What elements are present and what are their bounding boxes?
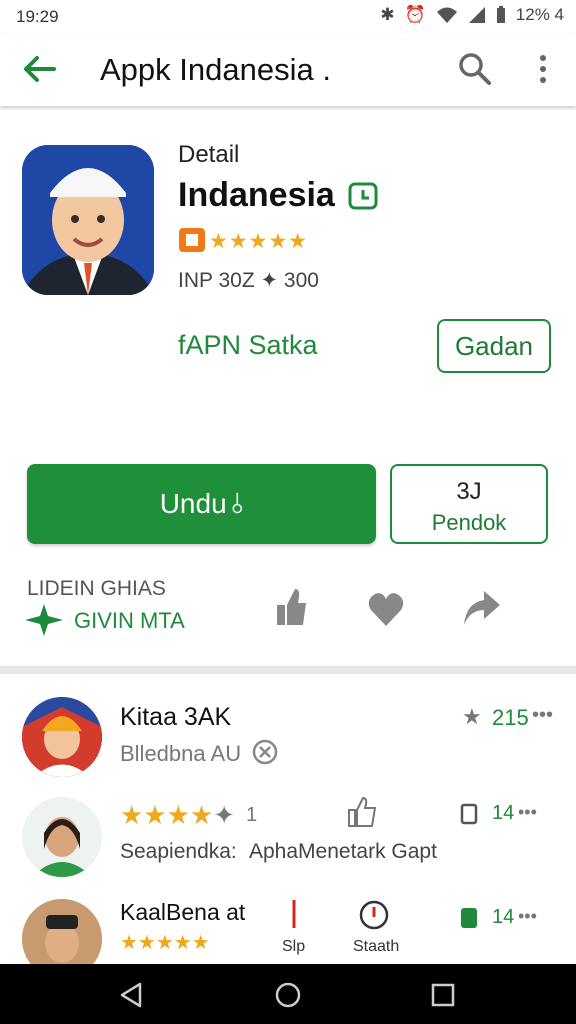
search-icon[interactable] (458, 52, 492, 86)
wifi-icon (436, 7, 457, 23)
stats-line2: GIVIN MTA (74, 608, 185, 633)
battery-icon (496, 6, 505, 23)
status-bar: 19:29 ✱ ⏰ 12% 4 (0, 0, 576, 34)
nav-recents-icon[interactable] (430, 982, 456, 1008)
list-item-subtitle: Blledbna AU (120, 741, 242, 766)
secondary-button-label: Gadan (454, 331, 534, 361)
list-item-right: 14 (492, 906, 515, 928)
install-button-label: Undu (159, 488, 227, 519)
download-icon: ⫰ (231, 488, 244, 519)
more-dots-icon[interactable]: ••• (532, 704, 553, 727)
app-tagline: fAPN Satka (178, 330, 318, 360)
back-arrow-icon[interactable] (22, 54, 56, 84)
list-item-title[interactable]: Kitaa 3AK (120, 703, 231, 732)
more-dots-icon[interactable]: ••• (518, 802, 537, 823)
divider (0, 666, 576, 674)
installed-badge-icon (348, 182, 378, 210)
rating-star-icon: ★ (462, 704, 482, 729)
status-time: 19:29 (16, 7, 59, 26)
navigation-bar (0, 964, 576, 1024)
tablet-icon (461, 908, 477, 928)
list-item-avatar[interactable] (22, 797, 102, 877)
app-meta: INP 30Z ✦ 300 (178, 269, 319, 292)
share-icon[interactable] (462, 589, 500, 627)
stats-line1: LIDEIN GHIAS (27, 577, 166, 600)
app-bar: Appk Indanesia . (0, 34, 576, 106)
chip-label[interactable]: Staath (353, 938, 399, 956)
app-icon-portrait (22, 145, 154, 295)
list-item-stars: ★★★★✦ (120, 800, 236, 830)
page-title: Appk Indanesia . (100, 52, 331, 87)
battery-text: 12% 4 (515, 5, 564, 24)
list-item-title[interactable]: KaalBena at (120, 899, 245, 926)
count-button[interactable]: 3J Pendok (390, 464, 548, 544)
star-icon (25, 604, 63, 636)
list-item-subtitle: Seapiendka: (120, 840, 237, 863)
red-line-icon (292, 900, 296, 928)
count-bottom: Pendok (431, 510, 507, 535)
rating-stars: ★★★★★ (209, 230, 309, 253)
more-vert-icon[interactable] (536, 54, 550, 86)
signal-icon (468, 7, 485, 23)
editor-badge-icon (179, 228, 205, 252)
count-top: 3J (456, 478, 482, 505)
detail-label: Detail (178, 141, 240, 168)
app-name: Indanesia (178, 176, 335, 214)
thumbs-up-icon[interactable] (273, 587, 309, 627)
nav-back-icon[interactable] (118, 981, 144, 1009)
install-button[interactable]: Undu ⫰ (27, 464, 376, 544)
list-item-avatar[interactable] (22, 697, 102, 777)
heart-icon[interactable] (367, 590, 405, 628)
list-item-stars-suffix: 1 (246, 804, 258, 826)
more-dots-icon[interactable]: ••• (518, 906, 537, 927)
vibrate-icon: ✱ (380, 5, 395, 24)
list-item-rating: 215 (492, 705, 529, 730)
secondary-button[interactable]: Gadan (437, 319, 551, 373)
avatar-portrait (22, 697, 102, 777)
timer-icon[interactable] (358, 899, 390, 931)
status-icons: ✱ ⏰ 12% 4 (380, 5, 564, 25)
alarm-icon: ⏰ (404, 5, 426, 24)
nav-home-icon[interactable] (274, 981, 302, 1009)
close-circle-icon[interactable] (252, 739, 278, 765)
avatar-portrait (22, 797, 102, 877)
tablet-icon (460, 803, 478, 825)
list-item-stars: ★★★★★ (120, 932, 210, 954)
thumbs-up-outline-icon[interactable] (346, 796, 378, 828)
app-icon[interactable] (22, 145, 154, 295)
list-item-subtitle2: AphaMenetark Gapt (249, 840, 437, 863)
list-item-right: 14 (492, 802, 515, 824)
chip-label[interactable]: Slp (282, 938, 305, 956)
